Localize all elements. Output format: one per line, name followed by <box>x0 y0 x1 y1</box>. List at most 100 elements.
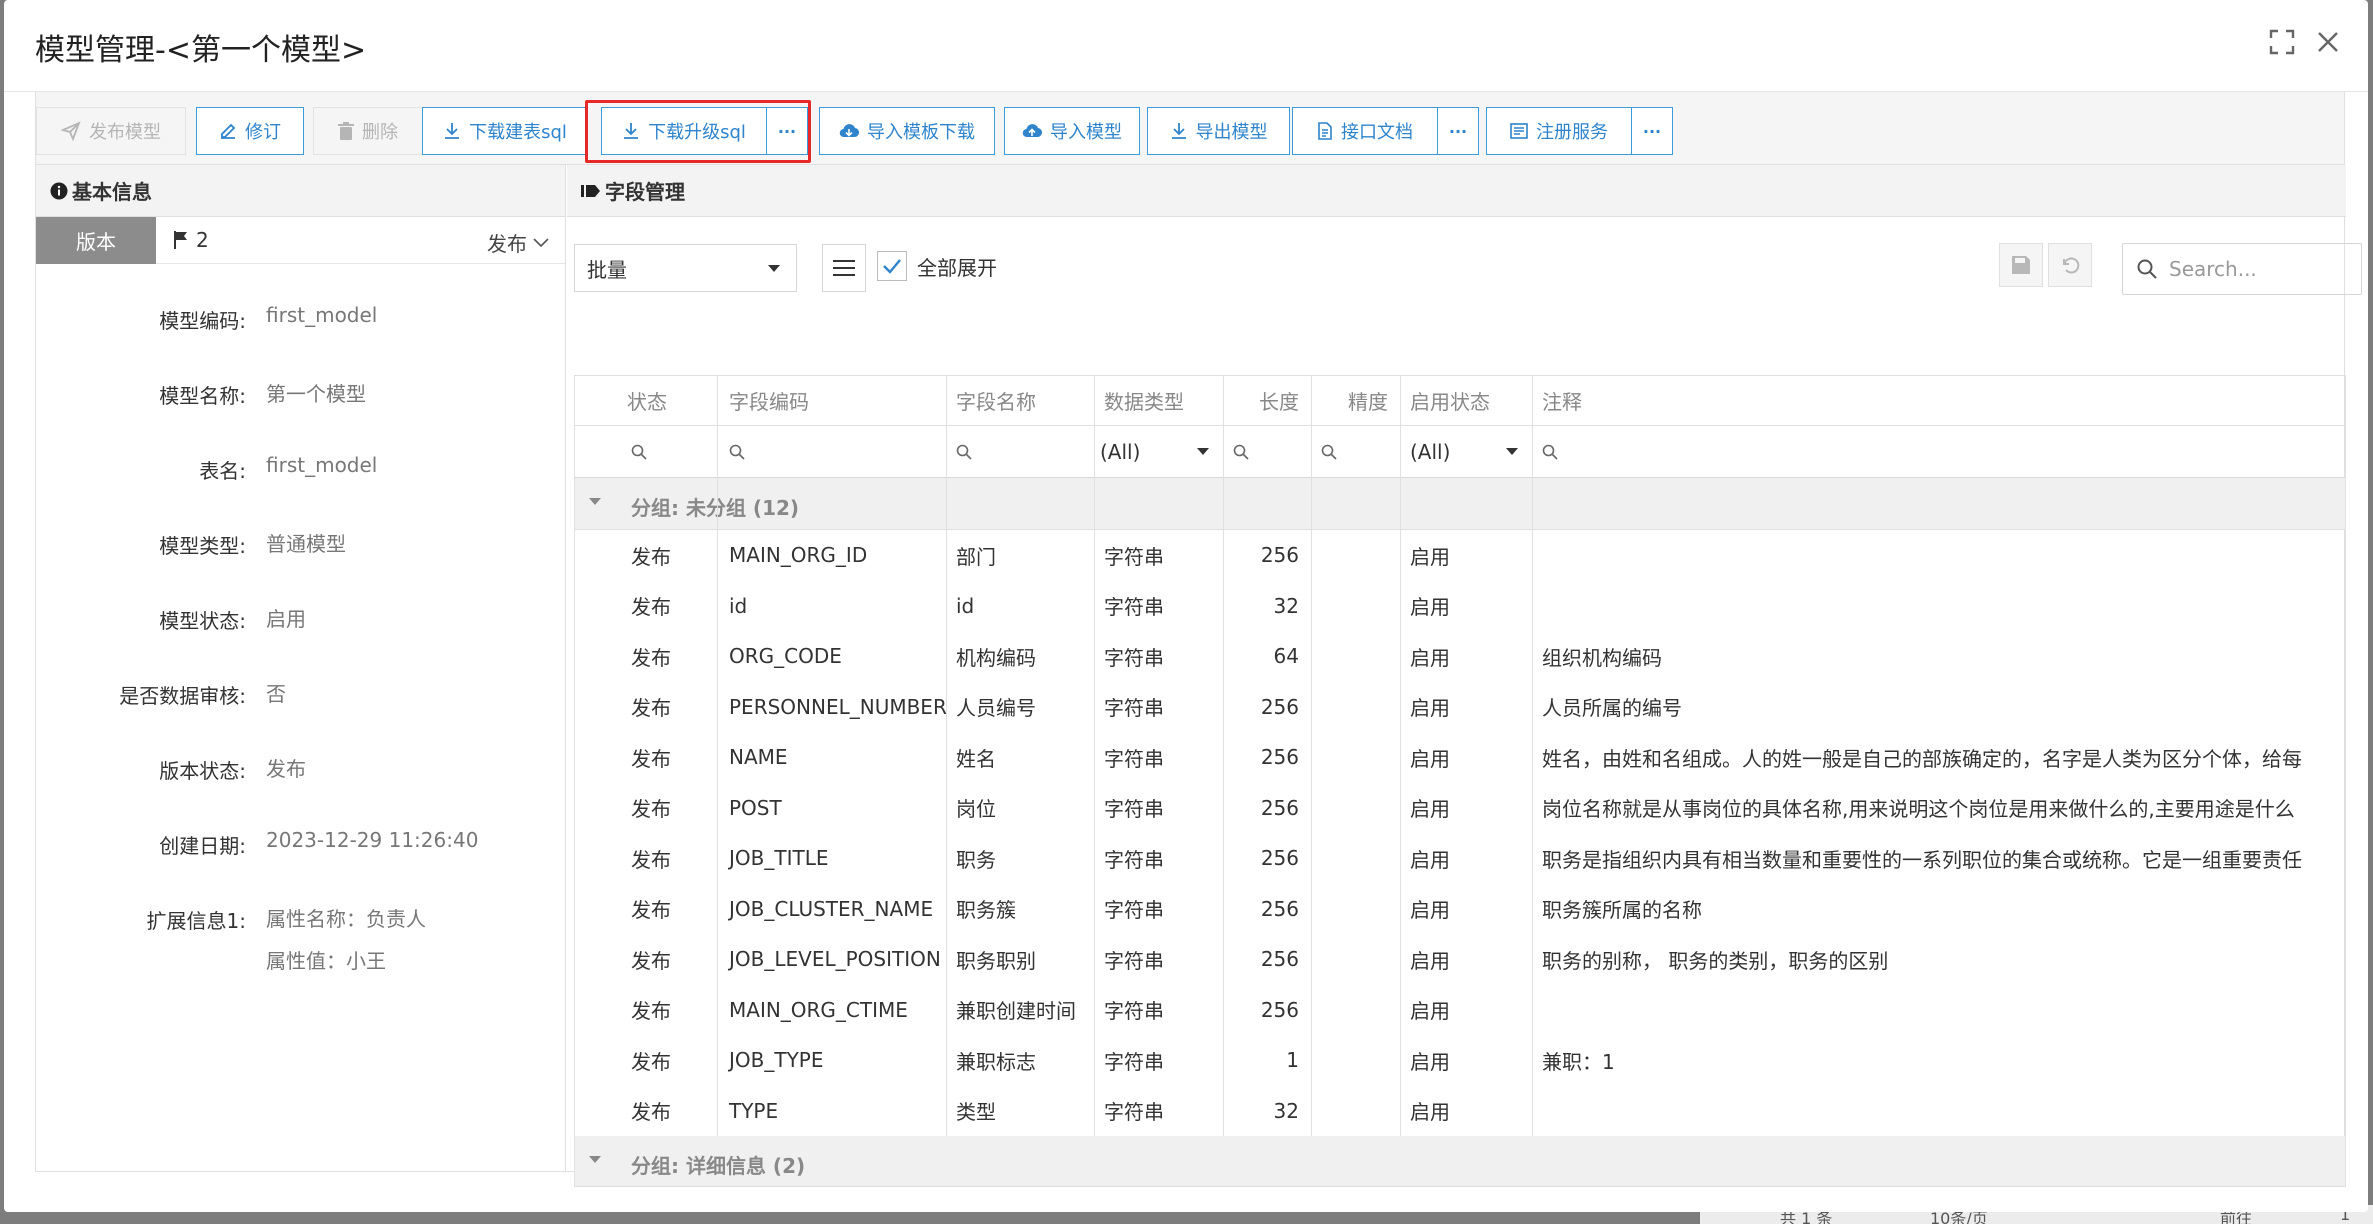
api-doc-button[interactable]: 接口文档 <box>1292 107 1438 155</box>
save-button[interactable] <box>1999 243 2043 287</box>
cell-type: 字符串 <box>1104 1100 1164 1125</box>
search-icon <box>1233 444 1249 460</box>
api-doc-more-button[interactable]: ··· <box>1437 107 1479 155</box>
info-icon <box>50 182 68 199</box>
cell-name: 职务职别 <box>956 948 1036 973</box>
table-row[interactable]: 发布 ORG_CODE 机构编码 字符串 64 启用 组织机构编码 <box>575 631 2345 682</box>
group-row-ungrouped[interactable]: 分组: 未分组 (12) <box>575 478 2345 530</box>
dialog-title: 模型管理-<第一个模型> <box>35 33 367 68</box>
version-status-text: 发布 <box>487 232 527 256</box>
chevron-down-icon <box>533 237 549 247</box>
list-menu-button[interactable] <box>822 244 866 292</box>
maximize-icon[interactable] <box>2264 24 2300 60</box>
filter-comment[interactable] <box>1532 426 2345 477</box>
col-header-status[interactable]: 状态 <box>627 376 717 425</box>
table-row[interactable]: 发布 JOB_LEVEL_POSITION 职务职别 字符串 256 启用 职务的别称， 职… <box>575 934 2345 985</box>
edit-button[interactable]: 修订 <box>196 107 304 155</box>
table-row[interactable]: 发布 JOB_TYPE 兼职标志 字符串 1 启用 兼职：1 <box>575 1035 2345 1086</box>
info-label: 模型类型: <box>159 534 246 558</box>
batch-select[interactable]: 批量 <box>574 244 797 292</box>
cell-precision <box>1311 783 1400 834</box>
cell-precision <box>1311 530 1400 581</box>
cell-code: NAME <box>729 745 788 770</box>
cell-length: 256 <box>1260 846 1299 871</box>
close-icon[interactable] <box>2310 24 2346 60</box>
delete-button[interactable]: 删除 <box>313 107 423 155</box>
undo-button[interactable] <box>2048 243 2092 287</box>
checkbox-box[interactable] <box>877 251 907 281</box>
col-header-name[interactable]: 字段名称 <box>946 376 1094 425</box>
col-header-comment[interactable]: 注释 <box>1532 376 2345 425</box>
cell-type: 字符串 <box>1104 847 1164 872</box>
cell-status: 发布 <box>631 1100 671 1125</box>
table-row[interactable]: 发布 MAIN_ORG_CTIME 兼职创建时间 字符串 256 启用 <box>575 985 2345 1036</box>
import-template-download-button[interactable]: 导入模板下载 <box>819 107 995 155</box>
cell-code: id <box>729 593 748 618</box>
check-icon <box>883 259 901 274</box>
cell-name: 机构编码 <box>956 645 1036 670</box>
cell-code: POST <box>729 795 782 820</box>
table-row[interactable]: 发布 NAME 姓名 字符串 256 启用 姓名，由姓和名组成。人的姓一般是自己的部族确定的… <box>575 732 2345 783</box>
undo-icon <box>2063 257 2080 274</box>
filter-code[interactable] <box>717 426 946 477</box>
info-label: 版本状态: <box>159 759 246 783</box>
batch-select-value: 批量 <box>587 257 627 282</box>
register-more-button[interactable]: ··· <box>1631 107 1673 155</box>
col-header-type[interactable]: 数据类型 <box>1094 376 1223 425</box>
cell-code: JOB_TYPE <box>729 1048 824 1073</box>
import-model-button[interactable]: 导入模型 <box>1004 107 1140 155</box>
filter-enabled[interactable]: (All) <box>1400 426 1532 477</box>
table-row[interactable]: 发布 JOB_CLUSTER_NAME 职务簇 字符串 256 启用 职务簇所属的名称 <box>575 884 2345 935</box>
fields-grid: 状态 字段编码 字段名称 数据类型 长度 精度 启用状态 注释 (All) (A… <box>574 375 2346 1187</box>
cell-precision <box>1311 833 1400 884</box>
group-row-details[interactable]: 分组: 详细信息 (2) <box>575 1136 2345 1186</box>
cell-enabled: 启用 <box>1410 645 1450 670</box>
download-create-sql-button[interactable]: 下载建表sql <box>422 107 588 155</box>
version-status-dropdown[interactable]: 发布 <box>487 228 549 257</box>
filter-status[interactable] <box>627 426 717 477</box>
table-row[interactable]: 发布 id id 字符串 32 启用 <box>575 581 2345 632</box>
filter-name[interactable] <box>946 426 1094 477</box>
cell-type: 字符串 <box>1104 746 1164 771</box>
table-row[interactable]: 发布 MAIN_ORG_ID 部门 字符串 256 启用 <box>575 530 2345 581</box>
cell-precision <box>1311 934 1400 985</box>
version-tab[interactable]: 版本 <box>36 217 156 264</box>
col-header-length[interactable]: 长度 <box>1223 376 1311 425</box>
cell-length: 256 <box>1260 795 1299 820</box>
table-row[interactable]: 发布 PERSONNEL_NUMBER 人员编号 字符串 256 启用 人员所属的编号 <box>575 682 2345 733</box>
cell-length: 256 <box>1260 543 1299 568</box>
info-label: 表名: <box>199 459 246 483</box>
info-label: 是否数据审核: <box>119 684 246 708</box>
export-model-button[interactable]: 导出模型 <box>1147 107 1290 155</box>
grid-filter-row: (All) (All) <box>575 426 2345 478</box>
table-row[interactable]: 发布 TYPE 类型 字符串 32 启用 <box>575 1086 2345 1137</box>
cell-precision <box>1311 985 1400 1036</box>
import-model-label: 导入模型 <box>1050 122 1122 143</box>
register-service-button[interactable]: 注册服务 <box>1486 107 1632 155</box>
col-header-enabled[interactable]: 启用状态 <box>1400 376 1532 425</box>
send-icon <box>61 121 81 141</box>
table-row[interactable]: 发布 POST 岗位 字符串 256 启用 岗位名称就是从事岗位的具体名称,用来说明这个岗位… <box>575 783 2345 834</box>
highlight-box <box>585 100 811 163</box>
cell-enabled: 启用 <box>1410 595 1450 620</box>
cell-comment: 姓名，由姓和名组成。人的姓一般是自己的部族确定的，名字是人类为区分个体，给每 <box>1542 746 2302 771</box>
table-row[interactable]: 发布 JOB_TITLE 职务 字符串 256 启用 职务是指组织内具有相当数量和重要性的一… <box>575 833 2345 884</box>
cell-type: 字符串 <box>1104 948 1164 973</box>
col-header-precision[interactable]: 精度 <box>1311 376 1400 425</box>
publish-model-button[interactable]: 发布模型 <box>36 107 186 155</box>
cell-enabled: 启用 <box>1410 746 1450 771</box>
search-input[interactable]: Search... <box>2122 243 2362 295</box>
cell-enabled: 启用 <box>1410 696 1450 721</box>
version-number: 2 <box>174 228 209 252</box>
cell-comment: 职务的别称， 职务的类别，职务的区别 <box>1542 948 1889 973</box>
search-placeholder: Search... <box>2169 257 2257 281</box>
expand-all-checkbox[interactable]: 全部展开 <box>877 251 997 281</box>
col-header-code[interactable]: 字段编码 <box>717 376 946 425</box>
filter-type[interactable]: (All) <box>1094 426 1223 477</box>
cell-length: 32 <box>1273 1098 1299 1123</box>
cell-precision <box>1311 631 1400 682</box>
filter-length[interactable] <box>1223 426 1311 477</box>
info-value: 否 <box>266 682 286 706</box>
register-service-label: 注册服务 <box>1536 122 1608 143</box>
filter-precision[interactable] <box>1311 426 1400 477</box>
